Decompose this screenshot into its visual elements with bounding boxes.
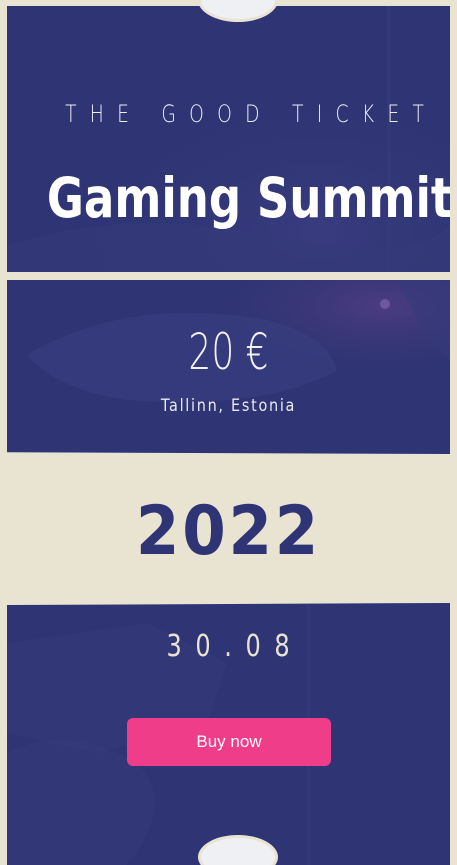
event-location: Tallinn, Estonia bbox=[160, 396, 297, 416]
background-texture bbox=[7, 6, 450, 272]
event-year: 2022 bbox=[135, 492, 322, 571]
ticket-card: THE GOOD TICKET Gaming Summit 20 € Talli… bbox=[0, 0, 457, 865]
ticket-date-panel: 30.08 Buy now bbox=[7, 603, 450, 865]
event-title: Gaming Summit bbox=[46, 166, 450, 230]
ticket-price: 20 € bbox=[188, 323, 269, 381]
ticket-price-panel: 20 € Tallinn, Estonia bbox=[7, 280, 450, 454]
buy-now-button[interactable]: Buy now bbox=[127, 718, 331, 766]
ticket-header-panel: THE GOOD TICKET Gaming Summit bbox=[7, 6, 450, 272]
brand-name: THE GOOD TICKET bbox=[65, 100, 438, 128]
event-date: 30.08 bbox=[166, 629, 304, 664]
